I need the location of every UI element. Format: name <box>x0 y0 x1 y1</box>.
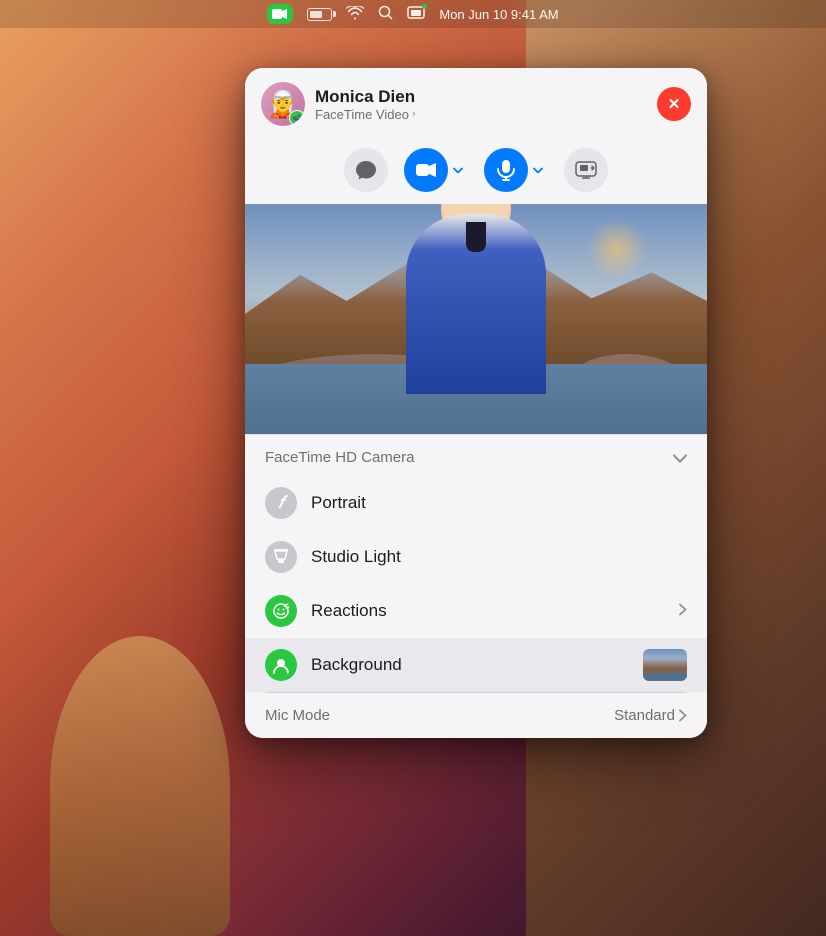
portrait-label: Portrait <box>311 493 687 513</box>
video-chevron-icon[interactable] <box>448 148 468 192</box>
background-menu-item[interactable]: Background <box>245 638 707 692</box>
mic-button-group[interactable] <box>484 148 548 192</box>
caller-name: Monica Dien <box>315 87 416 107</box>
facetime-window: 🧝 📹 Monica Dien FaceTime Video › ✕ <box>245 68 707 738</box>
camera-chevron-icon <box>673 450 687 466</box>
message-circle <box>344 148 388 192</box>
mic-mode-value: Standard <box>614 707 687 724</box>
menubar-time: Mon Jun 10 9:41 AM <box>439 7 558 22</box>
video-effects-dropdown: FaceTime HD Camera 𝑓 Portrait Studio Lig… <box>245 434 707 738</box>
portrait-menu-item[interactable]: 𝑓 Portrait <box>245 476 707 530</box>
studio-light-icon <box>265 541 297 573</box>
menubar-wifi-icon[interactable] <box>346 6 364 23</box>
person-body <box>406 214 546 394</box>
message-button[interactable] <box>344 148 388 192</box>
menubar-battery <box>307 8 332 21</box>
background-icon <box>265 649 297 681</box>
avatar-badge: 📹 <box>289 110 305 126</box>
facetime-header: 🧝 📹 Monica Dien FaceTime Video › ✕ <box>245 68 707 138</box>
thumbnail-preview <box>643 649 687 681</box>
studio-light-label: Studio Light <box>311 547 687 567</box>
mic-chevron-icon[interactable] <box>528 148 548 192</box>
menubar-search-icon[interactable] <box>378 5 393 23</box>
portrait-icon: 𝑓 <box>265 487 297 519</box>
menubar-cast-icon[interactable] <box>407 6 425 23</box>
reactions-icon <box>265 595 297 627</box>
reactions-chevron-icon <box>679 603 687 619</box>
camera-label: FaceTime HD Camera <box>265 449 414 466</box>
battery-icon <box>307 8 332 21</box>
mic-mode-label: Mic Mode <box>265 707 330 724</box>
video-feed <box>245 204 707 434</box>
person-scarf <box>466 222 486 252</box>
mic-circle <box>484 148 528 192</box>
background-thumbnail <box>643 649 687 681</box>
background-label: Background <box>311 655 629 675</box>
person-silhouette <box>406 214 546 394</box>
avatar: 🧝 📹 <box>261 82 305 126</box>
mic-mode-item[interactable]: Mic Mode Standard <box>245 693 707 738</box>
close-button[interactable]: ✕ <box>657 87 691 121</box>
caller-text: Monica Dien FaceTime Video › <box>315 87 416 122</box>
menubar-facetime-icon[interactable] <box>267 4 293 24</box>
desktop-lamp-object <box>50 636 230 936</box>
video-circle <box>404 148 448 192</box>
studio-light-menu-item[interactable]: Studio Light <box>245 530 707 584</box>
menubar-dot-badge <box>422 4 427 9</box>
caller-subtitle: FaceTime Video › <box>315 107 416 122</box>
battery-fill <box>310 11 321 18</box>
video-rocks-right <box>567 354 687 414</box>
video-button-group[interactable] <box>404 148 468 192</box>
menubar: Mon Jun 10 9:41 AM <box>0 0 826 28</box>
facetime-controls <box>245 138 707 204</box>
camera-selector[interactable]: FaceTime HD Camera <box>245 435 707 476</box>
caller-info: 🧝 📹 Monica Dien FaceTime Video › <box>261 82 416 126</box>
reactions-label: Reactions <box>311 601 665 621</box>
screen-share-button[interactable] <box>564 148 608 192</box>
reactions-menu-item[interactable]: Reactions <box>245 584 707 638</box>
video-sun <box>587 219 647 279</box>
